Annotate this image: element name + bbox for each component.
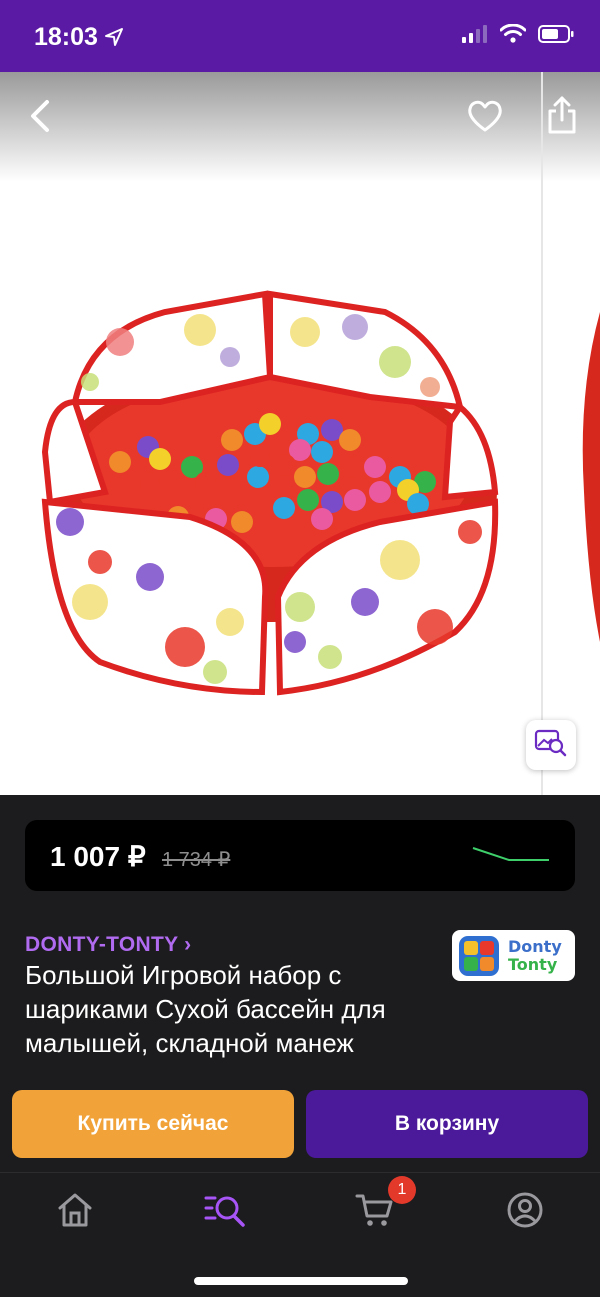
- heart-icon: [467, 100, 503, 137]
- price-card[interactable]: 1 007 ₽ 1 734 ₽: [25, 820, 575, 891]
- back-icon: [29, 99, 51, 138]
- profile-icon: [506, 1191, 544, 1234]
- brand-logo[interactable]: Donty Tonty: [452, 930, 575, 981]
- brand-logo-mark: [459, 935, 499, 976]
- share-button[interactable]: [542, 96, 582, 138]
- location-arrow-icon: [104, 27, 124, 52]
- share-icon: [546, 96, 578, 139]
- price-old: 1 734 ₽: [162, 849, 231, 871]
- back-button[interactable]: [22, 99, 58, 138]
- next-image-peek[interactable]: [578, 312, 600, 642]
- status-time: 18:03: [34, 23, 98, 51]
- visual-search-icon: [534, 728, 568, 763]
- home-icon: [56, 1192, 94, 1233]
- hero-top-gradient: [0, 72, 600, 182]
- tab-home[interactable]: [45, 1189, 105, 1235]
- status-bar: 18:03: [0, 0, 600, 72]
- cart-badge: 1: [388, 1176, 416, 1204]
- signal-icon: [462, 24, 488, 48]
- catalog-search-icon: [203, 1192, 247, 1233]
- tab-profile[interactable]: [495, 1189, 555, 1235]
- tab-catalog[interactable]: [195, 1189, 255, 1235]
- brand-logo-text: Donty Tonty: [508, 936, 562, 974]
- battery-icon: [538, 24, 574, 48]
- visual-search-button[interactable]: [526, 720, 576, 770]
- buy-now-button[interactable]: Купить сейчас: [12, 1090, 294, 1158]
- brand-logo-line1: Donty: [508, 936, 562, 956]
- wifi-icon: [499, 23, 527, 48]
- gallery-divider: [541, 72, 543, 795]
- add-to-cart-button[interactable]: В корзину: [306, 1090, 588, 1158]
- cart-icon: [355, 1192, 395, 1233]
- product-title: Большой Игровой набор с шариками Сухой б…: [25, 960, 386, 1058]
- brand-link[interactable]: DONTY-TONTY ›: [25, 933, 191, 957]
- favorite-button[interactable]: [464, 98, 506, 138]
- price-trend-icon: [472, 847, 549, 861]
- brand-logo-line2: Tonty: [508, 954, 558, 974]
- price-current: 1 007 ₽: [50, 841, 146, 872]
- product-image-gallery[interactable]: [0, 72, 600, 795]
- home-indicator[interactable]: [194, 1277, 408, 1285]
